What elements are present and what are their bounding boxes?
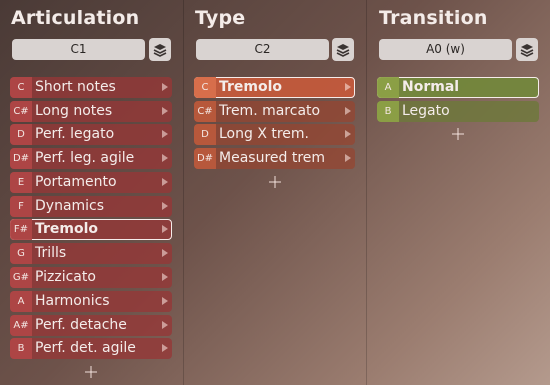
key-badge: G <box>10 243 32 264</box>
articulation-column: Articulation C1 C Short notes C# Long note… <box>10 0 175 385</box>
articulation-item[interactable]: D# Perf. leg. agile <box>10 148 172 169</box>
add-type-button[interactable] <box>268 175 282 189</box>
item-label: Dynamics <box>35 198 105 214</box>
type-item[interactable]: D# Measured trem <box>194 148 355 169</box>
item-label: Perf. det. agile <box>35 340 136 356</box>
key-badge: F# <box>10 219 32 240</box>
add-articulation-button[interactable] <box>84 365 98 379</box>
key-badge: A# <box>10 315 32 336</box>
item-label: Harmonics <box>35 293 110 309</box>
chevron-right-icon <box>162 154 168 162</box>
type-item-selected[interactable]: C Tremolo <box>194 77 355 98</box>
chevron-right-icon <box>162 344 168 352</box>
chevron-right-icon <box>345 107 351 115</box>
articulation-item[interactable]: D Perf. legato <box>10 124 172 145</box>
articulation-item[interactable]: F Dynamics <box>10 196 172 217</box>
key-badge: D <box>194 124 216 145</box>
transition-title: Transition <box>379 7 488 29</box>
item-label: Legato <box>402 103 450 119</box>
articulation-title: Articulation <box>11 7 140 29</box>
chevron-right-icon <box>345 130 351 138</box>
item-label: Perf. leg. agile <box>35 150 135 166</box>
chevron-right-icon <box>162 321 168 329</box>
layers-icon <box>336 43 350 57</box>
key-badge: C# <box>194 101 216 122</box>
type-layers-button[interactable] <box>332 38 354 61</box>
type-title: Type <box>195 7 246 29</box>
key-badge: D# <box>10 148 32 169</box>
layers-icon <box>520 43 534 57</box>
item-label: Trem. marcato <box>219 103 321 119</box>
key-badge: D <box>10 124 32 145</box>
layers-icon <box>153 43 167 57</box>
chevron-right-icon <box>162 83 168 91</box>
chevron-right-icon <box>162 107 168 115</box>
column-divider <box>366 0 367 385</box>
key-badge: C# <box>10 101 32 122</box>
articulation-item[interactable]: A# Perf. detache <box>10 315 172 336</box>
chevron-right-icon <box>345 83 351 91</box>
key-badge: D# <box>194 148 216 169</box>
transition-key-field[interactable]: A0 (w) <box>379 39 512 60</box>
transition-item-selected[interactable]: A Normal <box>377 77 539 98</box>
chevron-right-icon <box>162 225 168 233</box>
item-label: Tremolo <box>219 79 283 95</box>
type-key-field[interactable]: C2 <box>196 39 329 60</box>
add-transition-button[interactable] <box>451 127 465 141</box>
key-badge: F <box>10 196 32 217</box>
key-badge: B <box>377 101 399 122</box>
chevron-right-icon <box>162 202 168 210</box>
item-label: Perf. legato <box>35 126 115 142</box>
item-label: Measured trem <box>219 150 326 166</box>
type-item[interactable]: C# Trem. marcato <box>194 101 355 122</box>
item-label: Long notes <box>35 103 113 119</box>
transition-item[interactable]: B Legato <box>377 101 539 122</box>
articulation-item[interactable]: A Harmonics <box>10 291 172 312</box>
chevron-right-icon <box>162 249 168 257</box>
key-badge: A <box>10 291 32 312</box>
item-label: Long X trem. <box>219 126 310 142</box>
chevron-right-icon <box>162 273 168 281</box>
articulation-item[interactable]: C Short notes <box>10 77 172 98</box>
item-label: Short notes <box>35 79 116 95</box>
articulation-item-selected[interactable]: F# Tremolo <box>10 219 172 240</box>
articulation-item[interactable]: E Portamento <box>10 172 172 193</box>
articulation-item[interactable]: B Perf. det. agile <box>10 338 172 359</box>
transition-layers-button[interactable] <box>516 38 538 61</box>
item-label: Normal <box>402 79 460 95</box>
item-label: Tremolo <box>35 221 99 237</box>
articulation-item[interactable]: C# Long notes <box>10 101 172 122</box>
type-item[interactable]: D Long X trem. <box>194 124 355 145</box>
key-badge: G# <box>10 267 32 288</box>
articulation-item[interactable]: G# Pizzicato <box>10 267 172 288</box>
key-badge: A <box>377 77 399 98</box>
column-divider <box>183 0 184 385</box>
key-badge: C <box>194 77 216 98</box>
type-column: Type C2 C Tremolo C# Trem. marcato D Long X… <box>194 0 359 385</box>
chevron-right-icon <box>162 130 168 138</box>
chevron-right-icon <box>162 297 168 305</box>
chevron-right-icon <box>162 178 168 186</box>
item-label: Trills <box>35 245 67 261</box>
key-badge: E <box>10 172 32 193</box>
item-label: Pizzicato <box>35 269 96 285</box>
key-badge: B <box>10 338 32 359</box>
key-badge: C <box>10 77 32 98</box>
articulation-key-field[interactable]: C1 <box>12 39 145 60</box>
articulation-layers-button[interactable] <box>149 38 171 61</box>
articulation-item[interactable]: G Trills <box>10 243 172 264</box>
item-label: Perf. detache <box>35 317 127 333</box>
item-label: Portamento <box>35 174 117 190</box>
chevron-right-icon <box>345 154 351 162</box>
transition-column: Transition A0 (w) A Normal B Legato <box>377 0 542 385</box>
